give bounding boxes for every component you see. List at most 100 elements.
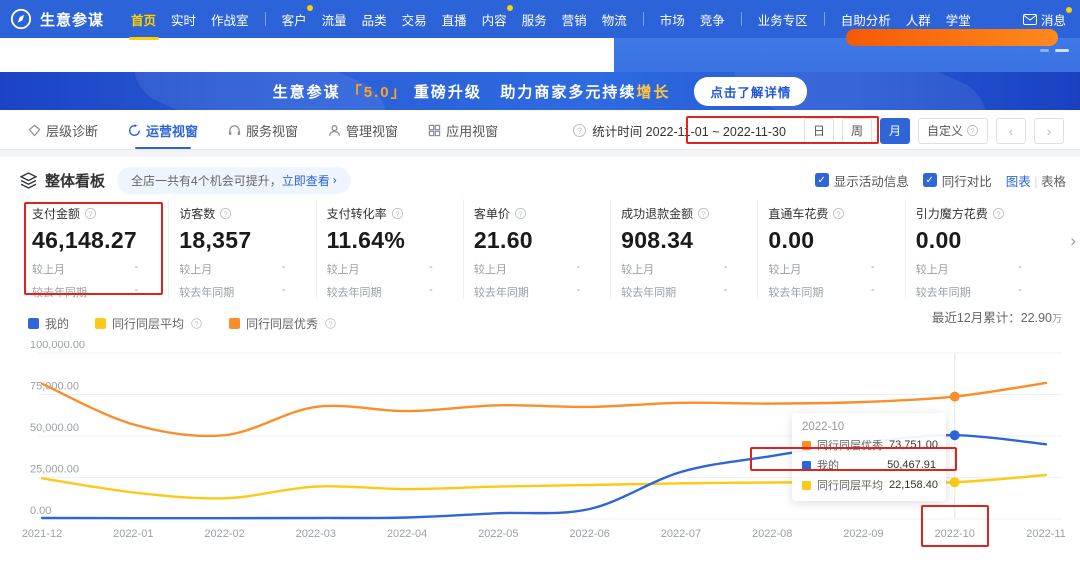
nav-item-academy[interactable]: 学堂 [945, 8, 972, 31]
metrics-next-button[interactable]: › [1070, 231, 1076, 251]
nav-item-market[interactable]: 市场 [659, 8, 686, 31]
metric-card-visitors[interactable]: 访客数? 18,357 较上月 - 较去年同期 - [169, 199, 317, 300]
legend-item-peer-average[interactable]: 同行同层平均? [95, 315, 203, 332]
metric-card-refund-amount[interactable]: 成功退款金额? 908.34 较上月 - 较去年同期 - [611, 199, 759, 299]
svg-text:2022-09: 2022-09 [843, 528, 883, 540]
tab-label: 运营视窗 [146, 124, 199, 139]
info-icon[interactable]: ? [514, 207, 526, 220]
view-now-link[interactable]: 立即查看 [282, 172, 330, 189]
compare-value: - [576, 261, 581, 273]
nav-item-self-analysis[interactable]: 自助分析 [840, 8, 892, 31]
metric-compare-row: 较去年同期 - [179, 284, 301, 300]
nav-item-marketing[interactable]: 营销 [561, 8, 588, 31]
envelope-icon [1022, 13, 1037, 25]
nav-item-business-zone[interactable]: 业务专区 [757, 8, 809, 31]
promo-pill[interactable] [846, 29, 1058, 46]
metric-title-text: 支付金额 [32, 207, 81, 221]
nav-item-war-room[interactable]: 作战室 [210, 8, 250, 31]
info-icon[interactable]: ? [573, 124, 587, 137]
tab-operation-view[interactable]: 运营视窗 [128, 112, 198, 149]
nav-item-service[interactable]: 服务 [521, 8, 548, 31]
stat-time: ? 统计时间 2022-11-01 ~ 2022-11-30 [563, 121, 796, 140]
nav-item-label: 市场 [659, 13, 685, 28]
metric-compare-row: 较去年同期 - [327, 284, 449, 300]
compass-logo-icon [10, 8, 32, 30]
nav-item-trade[interactable]: 交易 [401, 8, 428, 31]
info-icon[interactable]: ? [84, 207, 97, 220]
metric-cards-row: 支付金额? 46,148.27 较上月 - 较去年同期 - 访客数? 18,357 较上月 - 较去… [22, 199, 1052, 299]
nav-item-messages[interactable]: 消息 [1022, 6, 1072, 29]
nav-item-live[interactable]: 直播 [441, 8, 468, 31]
range-button-month[interactable]: 月 [879, 117, 910, 144]
compare-value: - [429, 284, 433, 296]
view-mode-chart[interactable]: 图表 [1006, 175, 1031, 189]
info-icon[interactable]: ? [391, 207, 403, 220]
range-button-label: 周 [850, 124, 863, 138]
banner-cta-button[interactable]: 点击了解详情 [694, 76, 808, 106]
tooltip-series-value: 22,158.40 [889, 479, 938, 491]
metric-value: 908.34 [621, 227, 694, 253]
tab-app-view[interactable]: 应用视窗 [428, 112, 498, 149]
opportunity-notice[interactable]: 全店一共有4个机会可提升， 立即查看 › [117, 166, 351, 194]
brand-name: 生意参谋 [40, 11, 105, 29]
tab-level-diagnosis[interactable]: 层级诊断 [28, 112, 98, 149]
view-mode-table[interactable]: 表格 [1041, 175, 1066, 189]
tab-management-view[interactable]: 管理视窗 [328, 112, 398, 149]
metric-card-gravity-cube-cost[interactable]: 引力魔方花费? 0.00 较上月 - 较去年同期 - [906, 199, 1052, 299]
prev-period-button[interactable]: ‹ [996, 117, 1026, 144]
nav-item-content[interactable]: 内容 [481, 4, 513, 31]
info-icon[interactable]: ? [992, 207, 1004, 220]
section-divider [0, 150, 1080, 157]
legend-item-mine[interactable]: 我的 [28, 315, 69, 332]
tab-service-view[interactable]: 服务视窗 [228, 112, 298, 149]
next-period-button[interactable]: › [1034, 117, 1064, 144]
metric-value: 21.60 [473, 227, 533, 253]
nav-item-customer[interactable]: 客户 [281, 4, 313, 31]
nav-item-competition[interactable]: 竞争 [699, 8, 726, 31]
info-icon[interactable]: ? [325, 318, 336, 329]
kanban-title: 整体看板 [45, 172, 106, 190]
compare-label: 较去年同期 [473, 287, 529, 299]
metric-value: 18,357 [179, 227, 252, 253]
range-button-custom[interactable]: 自定义? [917, 117, 988, 144]
nav-item-label: 业务专区 [757, 13, 808, 28]
nav-item-traffic[interactable]: 流量 [321, 8, 348, 31]
nav-item-home[interactable]: 首页 [128, 8, 159, 40]
compare-label: 较上月 [326, 264, 360, 276]
overview-panel: 整体看板 全店一共有4个机会可提升， 立即查看 › ✓ 显示活动信息 ✓ 同行对… [0, 157, 1080, 570]
nav-item-audience[interactable]: 人群 [905, 8, 932, 31]
metric-title-text: 引力魔方花费 [915, 207, 988, 221]
metric-card-payment-amount[interactable]: 支付金额? 46,148.27 较上月 - 较去年同期 - [22, 199, 170, 299]
tab-label: 层级诊断 [46, 124, 99, 139]
metric-card-avg-order-value[interactable]: 客单价? 21.60 较上月 - 较去年同期 - [464, 199, 612, 299]
banner-highlight: 增长 [636, 83, 671, 101]
info-icon[interactable]: ? [698, 207, 710, 220]
compare-value: - [134, 261, 139, 273]
nav-item-realtime[interactable]: 实时 [170, 8, 197, 31]
range-button-week[interactable]: 周 [841, 117, 872, 144]
notice-text: 全店一共有4个机会可提升， [131, 173, 282, 188]
metric-compare-row: 较去年同期 - [916, 284, 1038, 300]
nav-item-label: 内容 [481, 13, 507, 28]
checkbox-peer-compare[interactable]: ✓ 同行对比 [922, 171, 992, 190]
legend-label: 我的 [45, 317, 70, 331]
active-tab-underline [135, 146, 192, 149]
chart-legend: 我的 同行同层平均? 同行同层优秀? [28, 315, 337, 332]
nav-item-logistics[interactable]: 物流 [601, 8, 628, 31]
info-icon[interactable]: ? [220, 207, 232, 220]
range-button-label: 日 [812, 124, 825, 138]
metric-card-express-train-cost[interactable]: 直通车花费? 0.00 较上月 - 较去年同期 - [758, 199, 906, 299]
brand-logo[interactable]: 生意参谋 [10, 8, 104, 30]
metric-card-conversion-rate[interactable]: 支付转化率? 11.64% 较上月 - 较去年同期 - [317, 199, 464, 299]
range-button-day[interactable]: 日 [803, 117, 834, 144]
tab-label: 应用视窗 [446, 124, 499, 139]
nav-divider [823, 12, 825, 26]
checkbox-show-activity[interactable]: ✓ 显示活动信息 [814, 171, 909, 190]
info-icon[interactable]: ? [191, 318, 202, 329]
legend-item-peer-excellent[interactable]: 同行同层优秀? [229, 315, 337, 332]
metric-title-text: 访客数 [179, 207, 216, 221]
banner-title: 重磅升级 [413, 83, 482, 101]
nav-message-label: 消息 [1040, 13, 1066, 28]
nav-item-category[interactable]: 品类 [361, 8, 388, 31]
info-icon[interactable]: ? [833, 207, 845, 220]
